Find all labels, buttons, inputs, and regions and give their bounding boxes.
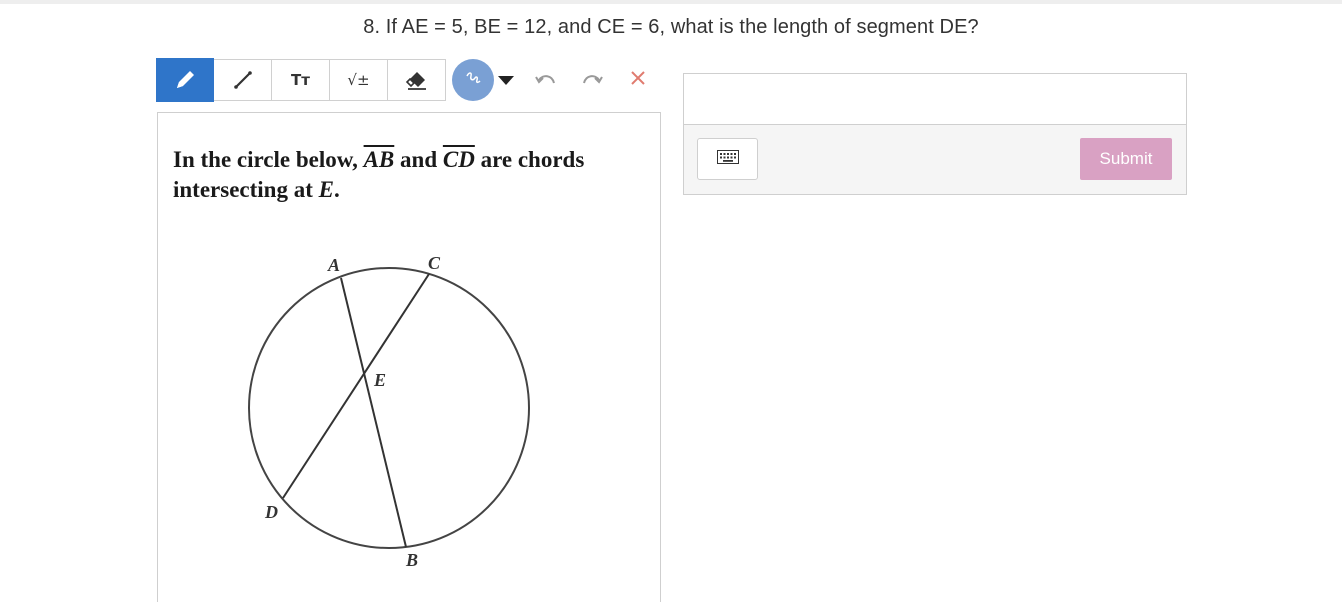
pen-color-button[interactable] (452, 59, 494, 101)
problem-card: In the circle below, AB and CD are chord… (157, 112, 661, 602)
label-b: B (405, 550, 418, 570)
circle-diagram: A C E D B (248, 253, 530, 570)
redo-button[interactable] (578, 66, 606, 94)
circle-outline (248, 267, 530, 549)
math-tool-button[interactable]: √± (330, 59, 388, 101)
undo-icon (534, 69, 558, 92)
point-e-label: E (318, 177, 334, 202)
label-a: A (327, 255, 340, 275)
line-tool-button[interactable] (214, 59, 272, 101)
label-c: C (428, 253, 441, 273)
answer-panel: Submit (683, 73, 1187, 195)
keyboard-icon (716, 149, 739, 169)
text-tool-button[interactable]: Tт (272, 59, 330, 101)
problem-line2: intersecting at (173, 177, 313, 202)
submit-button[interactable]: Submit (1080, 138, 1172, 180)
scribble-icon (464, 69, 482, 92)
top-strip (0, 0, 1342, 4)
drawing-toolbar: Tт √± (156, 58, 652, 102)
redo-icon (580, 69, 604, 92)
clear-button[interactable] (624, 66, 652, 94)
chord-ab-label: AB (363, 147, 395, 172)
eraser-icon (405, 68, 429, 92)
pencil-icon (173, 68, 197, 92)
problem-period: . (333, 177, 340, 202)
label-e: E (373, 370, 386, 390)
problem-tail: are chords (480, 147, 585, 172)
chevron-down-icon[interactable] (498, 75, 514, 85)
undo-button[interactable] (532, 66, 560, 94)
keyboard-button[interactable] (697, 138, 758, 180)
chord-cd-label: CD (442, 147, 475, 172)
pencil-tool-button[interactable] (156, 58, 214, 102)
chord-cd (282, 273, 430, 499)
problem-intro: In the circle below, (173, 147, 358, 172)
problem-and: and (400, 147, 438, 172)
question-title: 8. If AE = 5, BE = 12, and CE = 6, what … (363, 16, 979, 38)
line-icon (232, 69, 254, 91)
math-icon: √± (347, 71, 370, 89)
eraser-tool-button[interactable] (388, 59, 446, 101)
answer-input[interactable] (684, 74, 1186, 125)
problem-statement: In the circle below, AB and CD are chord… (173, 145, 653, 205)
chord-ab (340, 277, 407, 548)
close-icon (629, 69, 647, 92)
label-d: D (264, 502, 278, 522)
text-icon: Tт (291, 71, 310, 89)
